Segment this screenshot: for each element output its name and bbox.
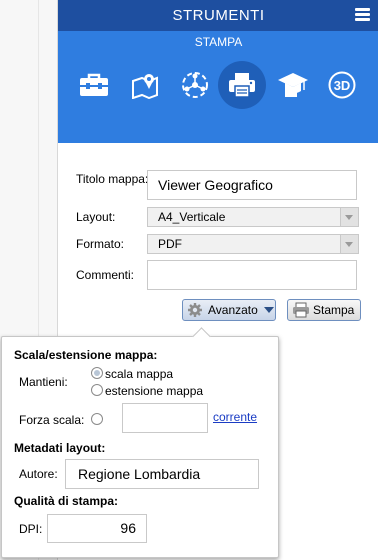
title-input[interactable]: Viewer Geografico [147, 170, 357, 200]
print-label: Stampa [313, 303, 355, 317]
advanced-button[interactable]: Avanzato [182, 299, 276, 321]
comments-label: Commenti: [76, 268, 135, 282]
scale-radio[interactable] [91, 367, 103, 379]
title-label: Titolo mappa: [76, 172, 149, 186]
tool-band: STAMPA 3D [58, 31, 378, 143]
layout-value: A4_Verticale [158, 210, 226, 224]
format-label: Formato: [76, 237, 125, 251]
print-button[interactable]: Stampa [287, 299, 361, 321]
format-select[interactable]: PDF [147, 234, 359, 254]
extent-option-label[interactable]: estensione mappa [105, 384, 203, 398]
current-scale-link[interactable]: corrente [213, 410, 257, 424]
scale-section-title: Scala/estensione mappa: [14, 348, 158, 362]
extent-radio[interactable] [91, 384, 103, 396]
printer-icon[interactable] [218, 61, 266, 109]
3d-icon[interactable]: 3D [318, 61, 366, 109]
author-input[interactable]: Regione Lombardia [65, 459, 259, 489]
toolbox-icon[interactable] [70, 61, 118, 109]
scale-option-label[interactable]: scala mappa [105, 367, 173, 381]
format-value: PDF [158, 237, 182, 251]
keep-label: Mantieni: [19, 375, 68, 389]
layout-label: Layout: [76, 210, 116, 224]
dpi-input[interactable]: 96 [47, 514, 147, 543]
metadata-section-title: Metadati layout: [14, 441, 106, 455]
author-label: Autore: [19, 467, 58, 481]
map-pin-icon[interactable] [121, 61, 169, 109]
tool-subtitle: STAMPA [194, 35, 243, 49]
advanced-label: Avanzato [208, 303, 258, 317]
force-scale-radio[interactable] [91, 413, 103, 425]
dpi-label: DPI: [19, 522, 43, 536]
chevron-down-icon[interactable] [340, 208, 358, 226]
network-icon[interactable] [171, 61, 219, 109]
chevron-down-icon[interactable] [340, 235, 358, 253]
gear-icon [188, 303, 202, 317]
comments-input[interactable] [147, 260, 357, 290]
force-scale-input[interactable] [122, 403, 208, 433]
force-scale-label: Forza scala: [19, 413, 85, 427]
dropdown-arrow-icon [263, 307, 274, 313]
advanced-options-popup: Scala/estensione mappa: Mantieni: scala … [1, 327, 279, 558]
menu-icon[interactable] [355, 8, 370, 22]
panel-title: STRUMENTI [172, 7, 265, 24]
layout-select[interactable]: A4_Verticale [147, 207, 359, 227]
printer-icon [293, 302, 309, 318]
quality-section-title: Qualità di stampa: [14, 494, 119, 508]
3d-label: 3D [334, 78, 351, 93]
panel-header: STRUMENTI [58, 0, 378, 31]
graduation-cap-icon[interactable] [269, 61, 317, 109]
